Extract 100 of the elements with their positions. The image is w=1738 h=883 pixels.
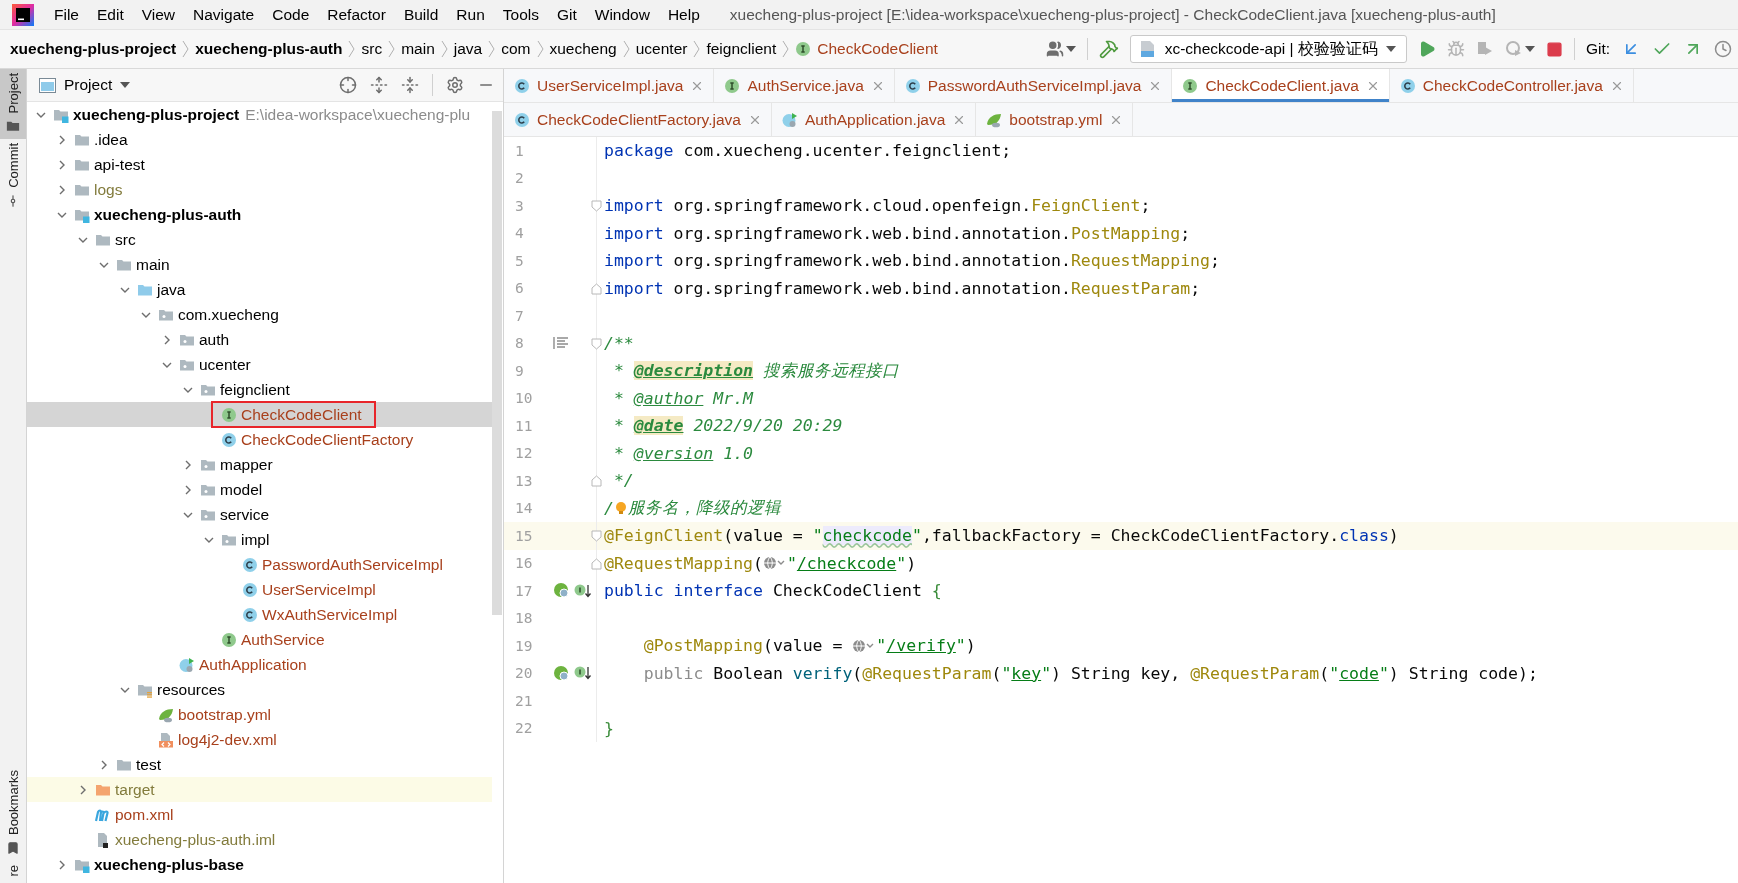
editor-tab[interactable]: AuthApplication.java (771, 103, 977, 136)
expand-all-icon[interactable] (370, 76, 388, 94)
tool-window-tab[interactable]: Bookmarks (0, 766, 26, 862)
run-config-dropdown[interactable]: xc-checkcode-api | 校验验证码 (1129, 35, 1407, 63)
collapse-all-icon[interactable] (401, 76, 419, 94)
chevron-right-icon[interactable] (99, 759, 109, 770)
tree-row[interactable]: ucenter (27, 352, 492, 377)
tree-row[interactable]: src (27, 227, 492, 252)
tree-row[interactable]: pom.xml (27, 802, 492, 827)
tool-window-tab[interactable]: re (0, 861, 26, 883)
chevron-right-icon[interactable] (57, 184, 67, 195)
menu-item[interactable]: Navigate (193, 5, 255, 24)
fold-icon[interactable] (591, 337, 602, 350)
editor-tab[interactable]: CheckCodeClient.java (1172, 69, 1390, 102)
tree-row[interactable]: model (27, 477, 492, 502)
tool-window-tab[interactable]: Project (0, 69, 26, 140)
coverage-icon[interactable] (1475, 40, 1494, 58)
chevron-right-icon[interactable] (183, 459, 193, 470)
chevron-right-icon[interactable] (57, 859, 67, 870)
fold-icon[interactable] (591, 200, 602, 212)
settings-icon[interactable] (446, 76, 464, 94)
tree-row[interactable]: target (27, 777, 492, 802)
tree-row[interactable]: api-test (27, 152, 492, 177)
tree-row[interactable]: AuthService (27, 627, 492, 652)
breadcrumb[interactable]: xuecheng-plus-auth (195, 40, 343, 58)
breadcrumb[interactable]: ucenter (635, 40, 688, 58)
globe-icon[interactable] (762, 556, 787, 571)
breadcrumb[interactable]: xuecheng (549, 40, 617, 58)
chevron-right-icon[interactable] (183, 484, 193, 495)
editor-tab[interactable]: UserServiceImpl.java (504, 69, 715, 102)
fold-icon[interactable] (591, 282, 602, 295)
doc-render-icon[interactable] (553, 336, 569, 351)
scrollbar-thumb[interactable] (492, 111, 502, 615)
tree-row[interactable]: impl (27, 527, 492, 552)
implemented-icon[interactable] (574, 582, 592, 599)
editor-tab[interactable]: CheckCodeClientFactory.java (504, 103, 772, 136)
tree-row[interactable]: resources (27, 677, 492, 702)
fold-icon[interactable] (591, 530, 602, 542)
tree-row[interactable]: mapper (27, 452, 492, 477)
bulb-icon[interactable] (614, 500, 627, 517)
implemented-icon[interactable] (574, 665, 592, 682)
tree-row[interactable]: test (27, 752, 492, 777)
tree-row[interactable]: PasswordAuthServiceImpl (27, 552, 492, 577)
menu-item[interactable]: Edit (97, 5, 124, 24)
tree-row[interactable]: .idea (27, 127, 492, 152)
fold-icon[interactable] (591, 557, 602, 570)
tree-row[interactable]: xuecheng-plus-auth (27, 202, 492, 227)
editor-tab[interactable]: bootstrap.yml (976, 103, 1134, 136)
debug-icon[interactable] (1446, 40, 1465, 58)
chevron-right-icon[interactable] (162, 334, 172, 345)
chevron-right-icon[interactable] (57, 134, 67, 145)
menu-item[interactable]: Run (456, 5, 485, 24)
tree-row[interactable]: CheckCodeClientFactory (27, 427, 492, 452)
menu-item[interactable]: Help (667, 5, 700, 24)
tree-row[interactable]: logs (27, 177, 492, 202)
project-view-dropdown[interactable]: Project (39, 76, 131, 94)
chevron-right-icon[interactable] (78, 784, 88, 795)
app-logo-icon[interactable] (12, 3, 34, 26)
tree-row[interactable]: xuecheng-plus-auth.iml (27, 827, 492, 852)
breadcrumb[interactable]: java (453, 40, 483, 58)
tree-row[interactable]: UserServiceImpl (27, 577, 492, 602)
menu-item[interactable]: Git (556, 5, 577, 24)
tree-row[interactable]: main (27, 252, 492, 277)
chevron-right-icon[interactable] (57, 159, 67, 170)
breadcrumb[interactable]: main (401, 40, 435, 58)
tree-row[interactable]: feignclient (27, 377, 492, 402)
tree-row[interactable]: bootstrap.yml (27, 702, 492, 727)
tree-row[interactable]: WxAuthServiceImpl (27, 602, 492, 627)
hammer-icon[interactable] (1098, 39, 1119, 59)
menu-item[interactable]: Build (403, 5, 439, 24)
tree-row[interactable]: xuecheng-plus-base (27, 852, 492, 877)
tree-row[interactable]: service (27, 502, 492, 527)
history-icon[interactable] (1714, 40, 1732, 58)
tree-row[interactable]: com.xuecheng (27, 302, 492, 327)
breadcrumb[interactable]: feignclient (706, 40, 777, 58)
stop-icon[interactable] (1545, 40, 1563, 58)
tool-window-tab[interactable]: Commit (0, 139, 26, 215)
tree-row[interactable]: java (27, 277, 492, 302)
tree-row[interactable]: AuthApplication (27, 652, 492, 677)
breadcrumb[interactable]: com (501, 40, 531, 58)
breadcrumb[interactable]: xuecheng-plus-project (10, 40, 177, 58)
line-number: 15 (514, 527, 534, 544)
tree-row[interactable]: xuecheng-plus-project E:\idea-workspace\xuecheng-plu (27, 102, 492, 127)
profile-icon[interactable] (1504, 40, 1523, 58)
menu-item[interactable]: Window (594, 5, 650, 24)
menu-item[interactable]: Code (272, 5, 310, 24)
menu-item[interactable]: View (141, 5, 176, 24)
tree-row[interactable]: auth (27, 327, 492, 352)
fold-icon[interactable] (591, 475, 602, 487)
menu-item[interactable]: Tools (502, 5, 539, 24)
user-icon[interactable] (1045, 40, 1064, 58)
breadcrumb[interactable]: src (361, 40, 383, 58)
menu-item[interactable]: File (54, 5, 79, 24)
editor-tab[interactable]: CheckCodeController.java (1389, 69, 1634, 102)
menu-item[interactable]: Refactor (327, 5, 386, 24)
breadcrumb[interactable]: CheckCodeClient (817, 40, 938, 58)
tree-row[interactable]: CheckCodeClient (27, 402, 492, 427)
locate-icon[interactable] (339, 76, 357, 94)
tree-row[interactable]: log4j2-dev.xml (27, 727, 492, 752)
editor-tab[interactable]: AuthService.java (714, 69, 895, 102)
